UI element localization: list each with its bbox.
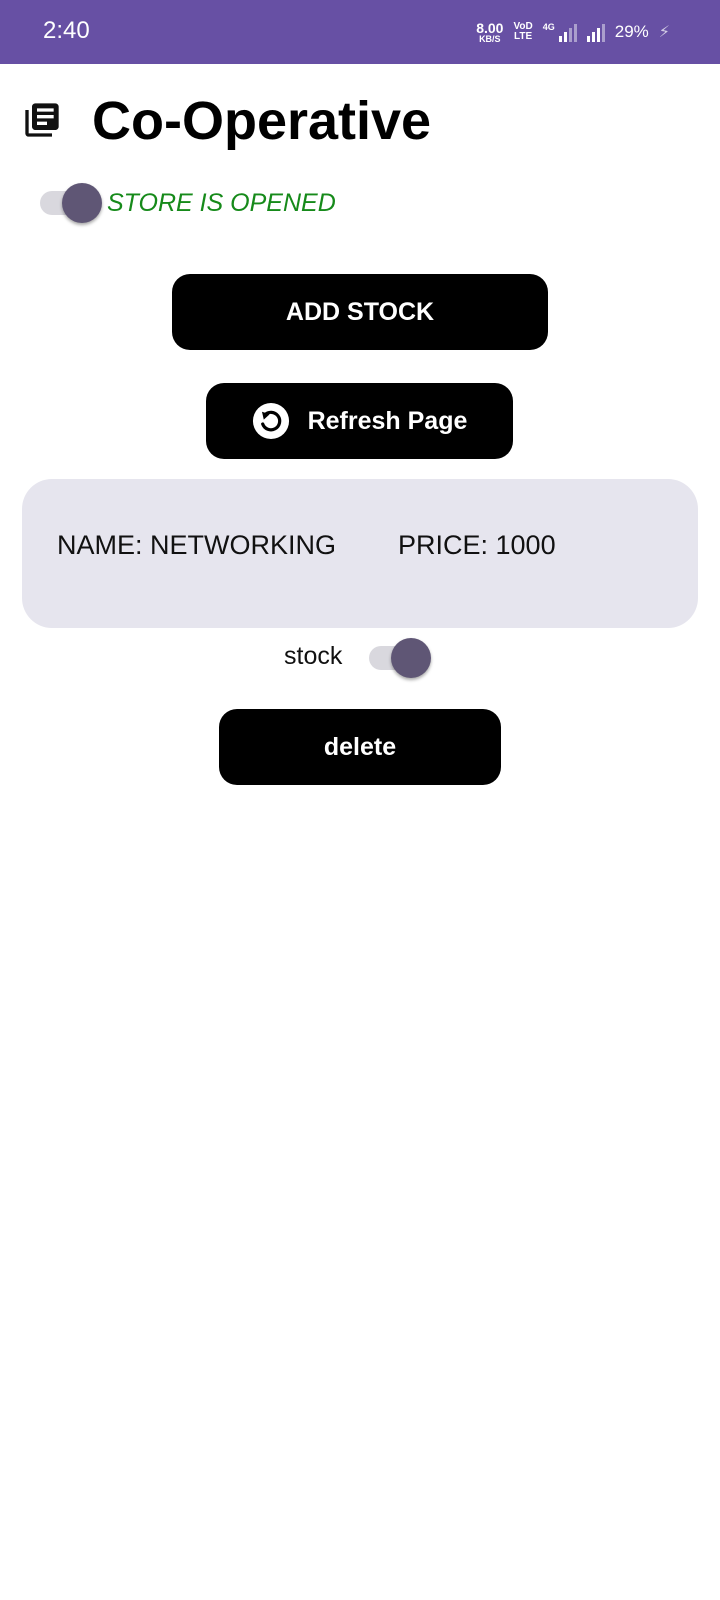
library-books-icon <box>25 103 59 137</box>
delete-button[interactable]: delete <box>219 709 501 785</box>
refresh-page-button[interactable]: Refresh Page <box>206 383 513 459</box>
add-stock-button[interactable]: ADD STOCK <box>172 274 548 350</box>
stock-label: stock <box>284 642 343 670</box>
network-speed: 8.00 KB/S <box>476 21 503 44</box>
stock-switch[interactable] <box>369 638 431 678</box>
volte-icon: VoD LTE <box>513 22 532 42</box>
item-price: PRICE: 1000 <box>398 530 556 560</box>
store-open-switch[interactable] <box>40 183 102 223</box>
switch-thumb <box>391 638 431 678</box>
store-status-label: STORE IS OPENED <box>107 189 336 217</box>
signal-sim2-icon <box>586 22 605 42</box>
status-bar: 2:40 8.00 KB/S VoD LTE 4G 29% ⚡ <box>0 0 720 64</box>
status-icons: 8.00 KB/S VoD LTE 4G 29% ⚡ <box>476 18 670 46</box>
network-speed-value: 8.00 <box>476 19 504 36</box>
battery-percentage: 29% <box>614 22 649 41</box>
signal-sim1-icon: 4G <box>543 22 577 42</box>
network-speed-unit: KB/S <box>479 33 501 44</box>
network-type: 4G <box>542 22 555 32</box>
page-title: Co-Operative <box>92 91 432 151</box>
item-name: NAME: NETWORKING <box>57 530 337 560</box>
charging-icon: ⚡ <box>658 24 670 41</box>
volte-bottom-text: LTE <box>514 31 533 42</box>
switch-thumb <box>62 183 102 223</box>
status-time: 2:40 <box>43 17 90 44</box>
refresh-page-label: Refresh Page <box>307 406 468 435</box>
stock-item-card: NAME: NETWORKING PRICE: 1000 <box>22 479 698 628</box>
refresh-icon <box>252 402 289 440</box>
